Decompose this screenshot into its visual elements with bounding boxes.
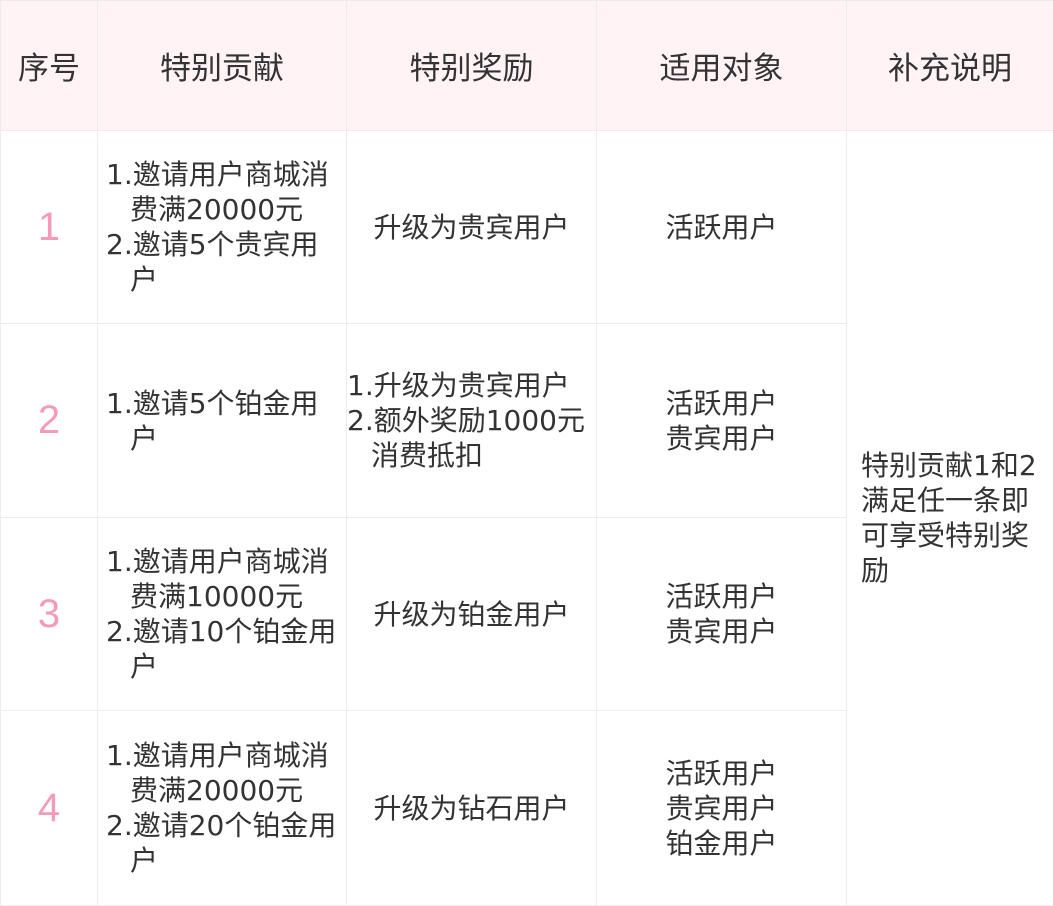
reward-cell: 升级为贵宾用户 xyxy=(346,129,597,325)
header-contribution: 特别贡献 xyxy=(97,0,347,131)
target-item: 活跃用户 xyxy=(665,210,778,244)
contribution-item: 1.邀请5个铂金用户 xyxy=(106,386,319,455)
target-item: 活跃用户 xyxy=(665,580,778,614)
target-item: 贵宾用户 xyxy=(665,421,778,455)
target-item: 活跃用户 xyxy=(665,756,778,790)
target-item: 贵宾用户 xyxy=(665,791,778,825)
target-cell: 活跃用户 贵宾用户 铂金用户 xyxy=(596,710,847,906)
contribution-item: 1.邀请用户商城消费满10000元 xyxy=(106,545,329,614)
contribution-list: 1.邀请用户商城消费满10000元 2.邀请10个铂金用户 xyxy=(98,544,346,684)
reward-cell: 升级为铂金用户 xyxy=(346,516,597,712)
reward-list: 1.升级为贵宾用户 2.额外奖励1000元消费抵扣 xyxy=(347,368,596,473)
table-row: 1 1.邀请用户商城消费满20000元 2.邀请5个贵宾用户 升级为贵宾用户 活… xyxy=(0,129,1053,906)
header-reward: 特别奖励 xyxy=(346,0,597,131)
contribution-item: 2.邀请10个铂金用户 xyxy=(106,615,337,684)
contribution-cell: 1.邀请用户商城消费满20000元 2.邀请5个贵宾用户 xyxy=(97,129,347,325)
contribution-list: 1.邀请用户商城消费满20000元 2.邀请5个贵宾用户 xyxy=(98,157,346,297)
target-cell: 活跃用户 贵宾用户 xyxy=(596,323,847,518)
reward-item: 1.升级为贵宾用户 xyxy=(347,369,570,403)
reward-item: 升级为铂金用户 xyxy=(373,597,570,631)
header-target: 适用对象 xyxy=(596,0,847,131)
target-item: 活跃用户 xyxy=(665,386,778,420)
row-index: 1 xyxy=(0,129,98,325)
contribution-list: 1.邀请5个铂金用户 xyxy=(98,386,346,456)
target-item: 贵宾用户 xyxy=(665,615,778,649)
contribution-item: 2.邀请20个铂金用户 xyxy=(106,809,337,878)
table-header-row: 序号 特别贡献 特别奖励 适用对象 补充说明 xyxy=(0,0,1053,131)
target-item: 铂金用户 xyxy=(665,826,778,860)
target-cell: 活跃用户 贵宾用户 xyxy=(596,516,847,712)
contribution-cell: 1.邀请5个铂金用户 xyxy=(97,323,347,518)
contribution-cell: 1.邀请用户商城消费满10000元 2.邀请10个铂金用户 xyxy=(97,516,347,712)
reward-cell: 1.升级为贵宾用户 2.额外奖励1000元消费抵扣 xyxy=(346,323,597,518)
contribution-list: 1.邀请用户商城消费满20000元 2.邀请20个铂金用户 xyxy=(98,738,346,878)
contribution-item: 1.邀请用户商城消费满20000元 xyxy=(106,739,329,808)
contribution-cell: 1.邀请用户商城消费满20000元 2.邀请20个铂金用户 xyxy=(97,710,347,906)
row-index: 4 xyxy=(0,710,98,906)
reward-item: 升级为钻石用户 xyxy=(373,791,570,825)
reward-item: 2.额外奖励1000元消费抵扣 xyxy=(347,404,585,473)
reward-item: 升级为贵宾用户 xyxy=(373,210,570,244)
reward-table: 序号 特别贡献 特别奖励 适用对象 补充说明 1 1.邀请用户商城消费满2000… xyxy=(0,0,1053,906)
contribution-item: 1.邀请用户商城消费满20000元 xyxy=(106,158,329,227)
row-index: 2 xyxy=(0,323,98,518)
note-cell: 特别贡献1和2满足任一条即可享受特别奖励 xyxy=(846,130,1053,906)
note-text: 特别贡献1和2满足任一条即可享受特别奖励 xyxy=(861,449,1037,587)
target-cell: 活跃用户 xyxy=(596,129,847,325)
header-index: 序号 xyxy=(0,0,98,131)
contribution-item: 2.邀请5个贵宾用户 xyxy=(106,228,319,297)
row-index: 3 xyxy=(0,516,98,712)
reward-cell: 升级为钻石用户 xyxy=(346,710,597,906)
header-note: 补充说明 xyxy=(846,0,1053,131)
